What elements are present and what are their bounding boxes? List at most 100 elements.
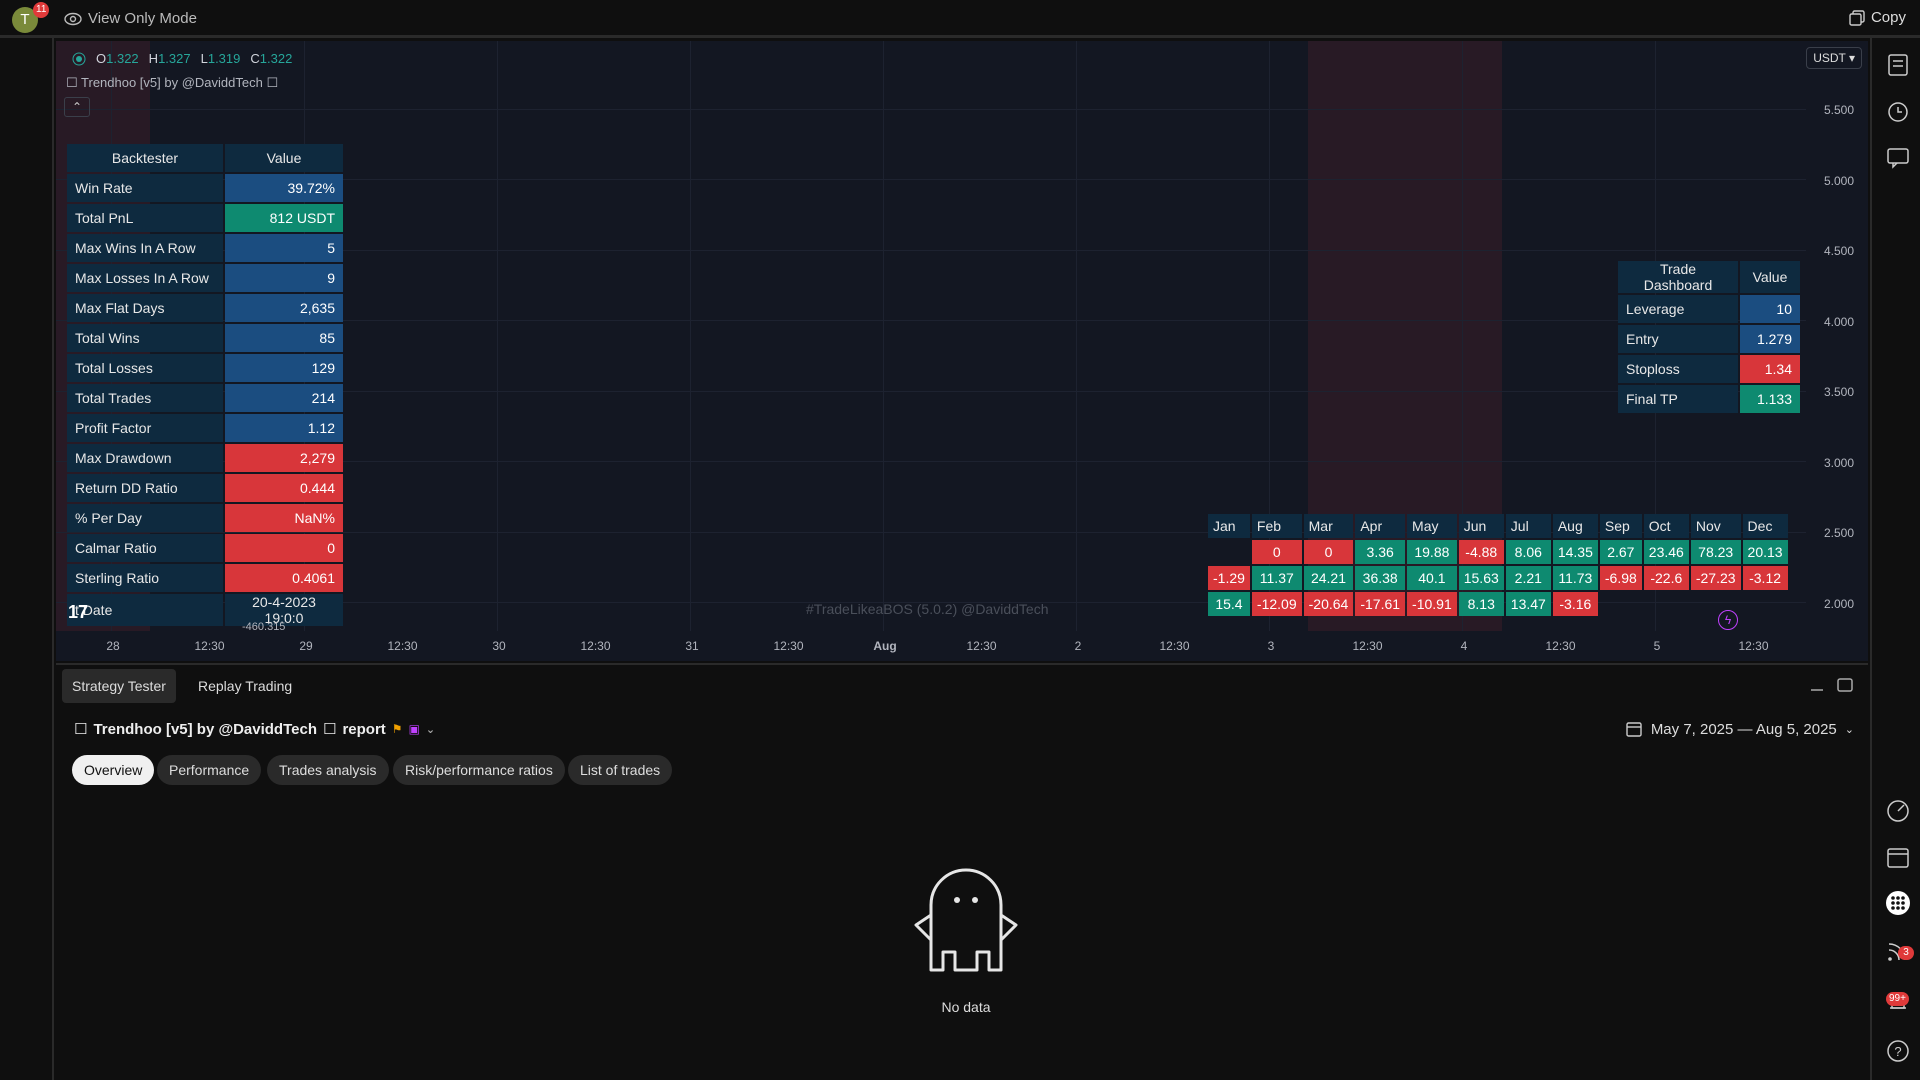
month-cell: 8.06 (1505, 540, 1551, 564)
table-row: -1.29 11.37 24.21 36.38 40.1 15.63 2.21 11.73 -6… (1208, 566, 1788, 590)
pill-list-of-trades[interactable]: List of trades (568, 755, 673, 785)
eye-icon (64, 12, 82, 25)
row-value: 1.279 (1740, 325, 1800, 353)
month-header: Oct (1643, 514, 1689, 538)
month-header: Apr (1355, 514, 1406, 538)
x-tick-label: 28 (106, 639, 120, 653)
month-cell: 20.13 (1742, 540, 1788, 564)
calendar-icon (1626, 722, 1642, 737)
row-label: t Date (67, 594, 223, 626)
indicator-title[interactable]: ☐ Trendhoo [v5] by @DaviddTech ☐ (66, 75, 278, 91)
table-header-cell: Value (1740, 261, 1800, 293)
pill-trades-analysis[interactable]: Trades analysis (267, 755, 389, 785)
pill-overview[interactable]: Overview (72, 755, 155, 785)
left-gutter (0, 38, 54, 1080)
pill-risk-ratios[interactable]: Risk/performance ratios (393, 755, 565, 785)
row-label: Max Drawdown (67, 444, 223, 472)
collapse-legend-button[interactable]: ⌃ (64, 97, 90, 117)
indicator-name: Trendhoo [v5] by @DaviddTech (81, 75, 263, 90)
grid-line (690, 41, 691, 631)
x-tick-label: 12:30 (387, 639, 418, 653)
y-tick-label: 2.500 (1823, 526, 1854, 540)
top-bar: T 11 View Only Mode Copy (0, 0, 1920, 38)
x-tick-label: Aug (873, 639, 897, 653)
y-tick-label: 4.000 (1823, 314, 1854, 329)
month-header: Aug (1552, 514, 1598, 538)
row-label: Total Losses (67, 354, 223, 382)
month-cell: -27.23 (1690, 566, 1741, 590)
x-tick-label: 12:30 (194, 639, 225, 653)
month-cell: 2.67 (1599, 540, 1642, 564)
month-header: Mar (1303, 514, 1354, 538)
trade-dashboard-table: Trade Dashboard Value Leverage 10 Entry 1.2… (1616, 259, 1802, 415)
report-title[interactable]: ☐ Trendhoo [v5] by @DaviddTech ☐ report … (74, 720, 435, 739)
minimize-icon[interactable] (1808, 677, 1826, 693)
right-toolbar: 3 99+ ? (1870, 38, 1920, 1080)
report-box-icon: ☐ (74, 721, 88, 738)
open-key: O (96, 51, 107, 66)
month-cell: -6.98 (1599, 566, 1642, 590)
x-tick-label: 29 (299, 639, 313, 653)
alarm-clock-icon[interactable] (1885, 98, 1911, 124)
help-icon[interactable]: ? (1885, 1038, 1911, 1064)
tab-strategy-tester[interactable]: Strategy Tester (62, 669, 176, 703)
month-cell: 19.88 (1407, 540, 1457, 564)
row-label: Calmar Ratio (67, 534, 223, 562)
x-tick-label: 31 (685, 639, 699, 653)
low-key: L (200, 51, 208, 66)
x-tick-label: 12:30 (580, 639, 611, 653)
row-label: Leverage (1618, 295, 1738, 323)
time-axis[interactable]: 28 12:30 29 12:30 30 12:30 31 12:30 Aug 12:30 2 12:… (56, 631, 1868, 661)
month-cell: -20.64 (1303, 592, 1354, 616)
date-range-selector[interactable]: May 7, 2025 — Aug 5, 2025 ⌄ (1625, 720, 1854, 738)
x-tick-label: 3 (1267, 639, 1275, 653)
row-label: Sterling Ratio (67, 564, 223, 592)
month-cell: 36.38 (1355, 566, 1406, 590)
table-header-row: Jan Feb Mar Apr May Jun Jul Aug Sep Oct Nov Dec (1208, 514, 1788, 538)
tab-replay-trading[interactable]: Replay Trading (188, 669, 302, 703)
row-label: Max Flat Days (67, 294, 223, 322)
month-cell (1600, 592, 1642, 616)
month-cell: 78.23 (1690, 540, 1741, 564)
chat-icon[interactable] (1885, 144, 1911, 170)
copy-button[interactable]: Copy (1849, 9, 1906, 26)
calendar-icon[interactable] (1885, 844, 1911, 870)
table-row: Total Losses 129 (67, 354, 343, 382)
monthly-returns-table: Jan Feb Mar Apr May Jun Jul Aug Sep Oct Nov Dec 0 0 3.… (1206, 512, 1790, 618)
apps-grid-icon[interactable] (1885, 890, 1911, 916)
speedometer-icon[interactable] (1885, 798, 1911, 824)
lightning-icon[interactable]: ϟ (1718, 610, 1738, 630)
empty-state-text: No data (941, 999, 991, 1015)
month-cell: -10.91 (1407, 592, 1457, 616)
month-cell: -4.88 (1458, 540, 1504, 564)
month-header: Jun (1458, 514, 1504, 538)
table-row: Max Flat Days 2,635 (67, 294, 343, 322)
x-tick-label: 12:30 (773, 639, 804, 653)
high-value: 1.327 (158, 51, 191, 66)
row-value: 214 (225, 384, 343, 412)
month-header: Nov (1690, 514, 1741, 538)
empty-state: No data (906, 860, 1026, 1015)
table-row: Win Rate 39.72% (67, 174, 343, 202)
chevron-down-icon[interactable]: ⌄ (426, 723, 435, 736)
price-axis[interactable]: 5.500 5.000 4.500 4.000 3.500 3.000 2.500 2.000 (1806, 41, 1868, 631)
y-tick-label: 5.500 (1823, 103, 1854, 117)
maximize-icon[interactable] (1836, 677, 1854, 693)
row-value: 2,635 (225, 294, 343, 322)
watchlist-icon[interactable] (1885, 52, 1911, 78)
month-header: Sep (1599, 514, 1642, 538)
table-row: Total PnL 812 USDT (67, 204, 343, 232)
month-cell: -17.61 (1355, 592, 1406, 616)
row-value: 1.34 (1740, 355, 1800, 383)
price-chart[interactable]: O1.322 H1.327 L1.319 C1.322 ☐ Trendhoo [… (56, 41, 1868, 661)
table-header-cell: Backtester (67, 144, 223, 172)
month-cell: 0 (1303, 540, 1354, 564)
pill-performance[interactable]: Performance (157, 755, 262, 785)
table-row: Total Trades 214 (67, 384, 343, 412)
table-row: 15.4 -12.09 -20.64 -17.61 -10.91 8.13 13.47 -3.… (1208, 592, 1788, 616)
x-tick-label: 12:30 (966, 639, 997, 653)
month-cell: -12.09 (1251, 592, 1302, 616)
row-label: Entry (1618, 325, 1738, 353)
row-value: 2,279 (225, 444, 343, 472)
month-cell: -22.6 (1643, 566, 1689, 590)
